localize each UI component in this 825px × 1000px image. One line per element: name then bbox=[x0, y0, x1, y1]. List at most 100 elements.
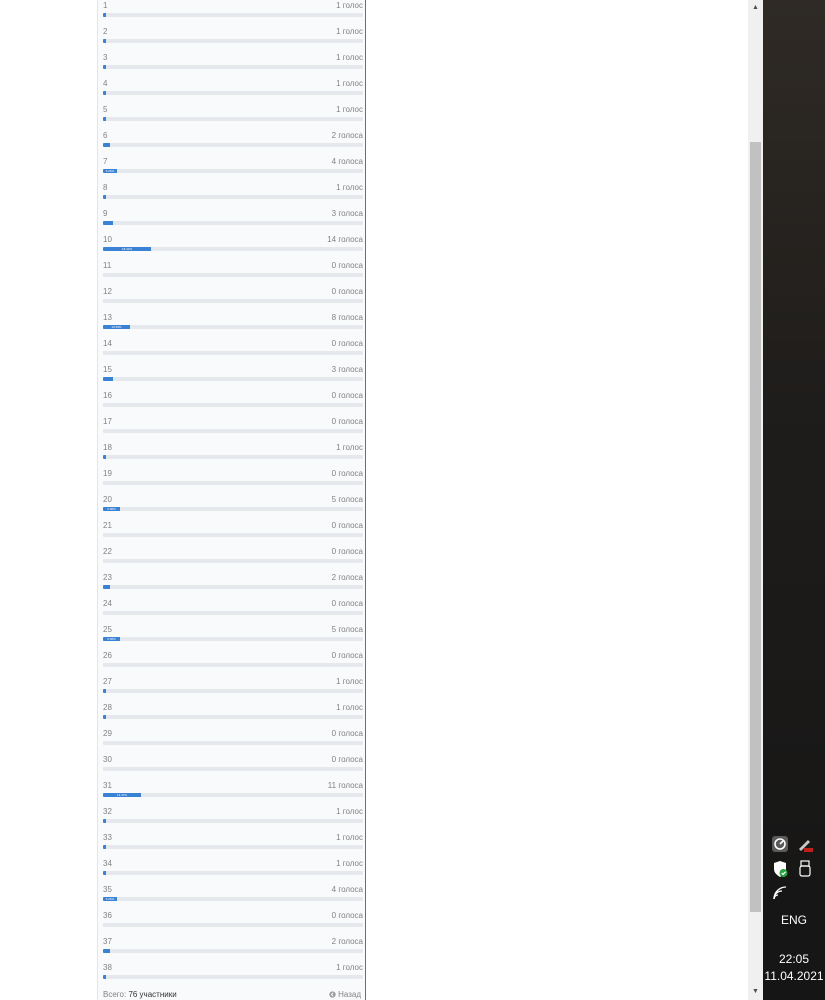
progress-fill bbox=[103, 715, 106, 719]
vote-count: 2 голоса bbox=[331, 131, 363, 140]
poll-option-row: 22 0 голоса bbox=[103, 546, 363, 572]
vote-count: 1 голос bbox=[336, 859, 363, 868]
poll-option-row: 33 1 голос bbox=[103, 832, 363, 858]
option-number: 9 bbox=[103, 209, 108, 218]
poll-option-row: 15 3 голоса bbox=[103, 364, 363, 390]
progress-fill bbox=[103, 949, 110, 953]
vote-count: 0 голоса bbox=[331, 339, 363, 348]
poll-option-row: 9 3 голоса bbox=[103, 208, 363, 234]
scrollbar-thumb[interactable] bbox=[750, 142, 761, 912]
scroll-down-arrow-icon[interactable]: ▼ bbox=[748, 984, 763, 1000]
vote-count: 0 голоса bbox=[331, 391, 363, 400]
option-number: 6 bbox=[103, 131, 108, 140]
timer-icon[interactable] bbox=[771, 835, 789, 853]
vote-count: 5 голоса bbox=[331, 495, 363, 504]
progress-track bbox=[103, 559, 363, 563]
poll-option-row: 8 1 голос bbox=[103, 182, 363, 208]
option-number: 33 bbox=[103, 833, 112, 842]
vote-count: 0 голоса bbox=[331, 651, 363, 660]
option-number: 11 bbox=[103, 261, 112, 270]
progress-track bbox=[103, 819, 363, 823]
poll-option-row: 37 2 голоса bbox=[103, 936, 363, 962]
clock-time[interactable]: 22:05 bbox=[763, 952, 825, 966]
progress-track bbox=[103, 351, 363, 355]
option-number: 18 bbox=[103, 443, 112, 452]
option-number: 5 bbox=[103, 105, 108, 114]
progress-track bbox=[103, 611, 363, 615]
option-number: 37 bbox=[103, 937, 112, 946]
progress-fill bbox=[103, 13, 106, 17]
poll-total-label: Всего: bbox=[103, 990, 127, 999]
progress-fill: 10.53% bbox=[103, 325, 130, 329]
poll-option-row: 30 0 голоса bbox=[103, 754, 363, 780]
vote-count: 2 голоса bbox=[331, 573, 363, 582]
option-number: 2 bbox=[103, 27, 108, 36]
progress-track bbox=[103, 949, 363, 953]
poll-option-row: 4 1 голос bbox=[103, 78, 363, 104]
left-margin bbox=[0, 0, 97, 1000]
progress-track bbox=[103, 715, 363, 719]
option-number: 32 bbox=[103, 807, 112, 816]
progress-fill: 18.42% bbox=[103, 247, 151, 251]
progress-fill: 5.26% bbox=[103, 897, 117, 901]
vote-count: 4 голоса bbox=[331, 885, 363, 894]
progress-track bbox=[103, 923, 363, 927]
option-number: 21 bbox=[103, 521, 112, 530]
progress-fill bbox=[103, 819, 106, 823]
scroll-up-arrow-icon[interactable]: ▲ bbox=[748, 0, 763, 16]
poll-option-row: 36 0 голоса bbox=[103, 910, 363, 936]
poll-option-row: 17 0 голоса bbox=[103, 416, 363, 442]
page-content-area bbox=[367, 0, 748, 1000]
progress-track: 5.26% bbox=[103, 169, 363, 173]
progress-track: 6.58% bbox=[103, 507, 363, 511]
progress-track bbox=[103, 481, 363, 485]
wifi-icon[interactable] bbox=[771, 884, 789, 902]
progress-fill bbox=[103, 455, 106, 459]
progress-fill bbox=[103, 195, 106, 199]
language-indicator[interactable]: ENG bbox=[763, 913, 825, 927]
progress-track bbox=[103, 403, 363, 407]
vote-count: 3 голоса bbox=[331, 365, 363, 374]
option-number: 19 bbox=[103, 469, 112, 478]
vote-count: 1 голос bbox=[336, 183, 363, 192]
poll-option-row: 14 0 голоса bbox=[103, 338, 363, 364]
vote-count: 0 голоса bbox=[331, 911, 363, 920]
option-number: 3 bbox=[103, 53, 108, 62]
progress-track bbox=[103, 975, 363, 979]
progress-fill bbox=[103, 845, 106, 849]
option-number: 10 bbox=[103, 235, 112, 244]
vote-count: 3 голоса bbox=[331, 209, 363, 218]
vote-count: 11 голоса bbox=[327, 781, 363, 790]
poll-option-row: 35 4 голоса 5.26% bbox=[103, 884, 363, 910]
pen-alert-icon[interactable] bbox=[796, 835, 814, 853]
clock-date[interactable]: 11.04.2021 bbox=[763, 969, 825, 983]
poll-option-row: 34 1 голос bbox=[103, 858, 363, 884]
poll-option-row: 29 0 голоса bbox=[103, 728, 363, 754]
vote-count: 0 голоса bbox=[331, 469, 363, 478]
progress-fill bbox=[103, 689, 106, 693]
progress-fill bbox=[103, 65, 106, 69]
vote-count: 14 голоса bbox=[327, 235, 363, 244]
option-number: 23 bbox=[103, 573, 112, 582]
poll-option-row: 32 1 голос bbox=[103, 806, 363, 832]
back-button[interactable]: Назад bbox=[329, 990, 361, 999]
vote-count: 1 голос bbox=[336, 53, 363, 62]
poll-option-row: 13 8 голоса 10.53% bbox=[103, 312, 363, 338]
poll-option-row: 10 14 голоса 18.42% bbox=[103, 234, 363, 260]
option-number: 25 bbox=[103, 625, 112, 634]
progress-track bbox=[103, 377, 363, 381]
progress-fill: 14.47% bbox=[103, 793, 141, 797]
progress-fill bbox=[103, 221, 113, 225]
progress-fill: 6.58% bbox=[103, 637, 120, 641]
security-shield-icon[interactable] bbox=[771, 860, 789, 878]
option-number: 1 bbox=[103, 1, 108, 10]
usb-drive-icon[interactable] bbox=[796, 860, 814, 878]
poll-option-row: 31 11 голоса 14.47% bbox=[103, 780, 363, 806]
vote-count: 1 голос bbox=[336, 443, 363, 452]
vote-count: 1 голос bbox=[336, 833, 363, 842]
progress-track: 18.42% bbox=[103, 247, 363, 251]
vote-count: 1 голос bbox=[336, 105, 363, 114]
vertical-scrollbar[interactable]: ▲ ▼ bbox=[748, 0, 763, 1000]
back-label: Назад bbox=[338, 990, 361, 999]
vote-count: 0 голоса bbox=[331, 261, 363, 270]
